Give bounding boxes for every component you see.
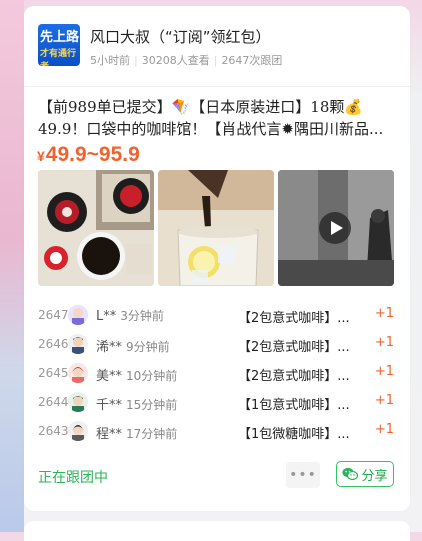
video-thumbnail[interactable] [278, 170, 394, 286]
price-value: 49.9~95.9 [45, 143, 140, 166]
wechat-icon [342, 467, 359, 481]
user-name: 程** 17分钟前 [96, 427, 178, 442]
image-gallery [38, 170, 394, 286]
order-time: 10分钟前 [126, 369, 178, 383]
order-item: 【1包微糖咖啡】... [238, 427, 350, 442]
order-quantity: +1 [374, 393, 394, 408]
divider [24, 86, 410, 87]
order-row[interactable]: 2643 程** 17分钟前 【1包微糖咖啡】... +1 [38, 418, 394, 447]
order-row[interactable]: 2645 美** 10分钟前 【2包意式咖啡】... +1 [38, 360, 394, 389]
user-name: L** 3分钟前 [96, 309, 164, 324]
more-options-button[interactable]: ••• [286, 462, 320, 488]
card-header: 先上路 才有通行者 风口大叔（“订阅”领红包） 5小时前 | 30208人查看 | 26… [38, 24, 398, 70]
order-item: 【2包意式咖啡】... [238, 340, 350, 355]
share-button[interactable]: 分享 [336, 461, 394, 487]
order-number: 2644 [38, 395, 69, 409]
follower-count: 2647次跟团 [221, 54, 283, 67]
background-strip [0, 0, 24, 532]
order-time: 17分钟前 [126, 427, 178, 441]
order-number: 2646 [38, 337, 69, 351]
user-name: 美** 10分钟前 [96, 369, 178, 384]
user-avatar [68, 421, 88, 441]
order-row[interactable]: 2644 千** 15分钟前 【1包意式咖啡】... +1 [38, 389, 394, 418]
user-name: 千** 15分钟前 [96, 398, 178, 413]
group-avatar[interactable]: 先上路 才有通行者 [38, 24, 80, 66]
group-name[interactable]: 风口大叔（“订阅”领红包） [90, 26, 271, 47]
avatar-text: 先上路 [40, 29, 80, 44]
order-quantity: +1 [374, 306, 394, 321]
post-description[interactable]: 【前989单已提交】🪁【日本原装进口】18颗💰49.9！口袋中的咖啡馆！【肖战代… [38, 96, 398, 140]
user-avatar [68, 363, 88, 383]
next-card [24, 521, 410, 541]
iced-coffee-image[interactable] [158, 170, 274, 286]
coffee-pods-image[interactable] [38, 170, 154, 286]
share-label: 分享 [361, 468, 388, 484]
order-item: 【1包意式咖啡】... [238, 398, 350, 413]
order-time: 15分钟前 [126, 398, 178, 412]
order-list: 2647 L** 3分钟前 【2包意式咖啡】... +1 2646 浠** 9分钟前… [38, 302, 394, 447]
order-number: 2643 [38, 424, 69, 438]
posted-time: 5小时前 [90, 54, 130, 67]
currency-symbol: ¥ [37, 148, 45, 164]
group-meta: 5小时前 | 30208人查看 | 2647次跟团 [90, 54, 283, 67]
order-quantity: +1 [374, 422, 394, 437]
group-buy-card[interactable]: 先上路 才有通行者 风口大叔（“订阅”领红包） 5小时前 | 30208人查看 | 26… [24, 6, 410, 511]
user-avatar [68, 305, 88, 325]
order-number: 2645 [38, 366, 69, 380]
order-time: 9分钟前 [126, 340, 170, 354]
avatar-subtext: 才有通行者 [40, 48, 77, 66]
order-number: 2647 [38, 308, 69, 322]
order-time: 3分钟前 [120, 309, 164, 323]
user-name: 浠** 9分钟前 [96, 340, 170, 355]
following-status[interactable]: 正在跟团中 [38, 467, 108, 487]
view-count: 30208人查看 [141, 54, 210, 67]
user-avatar [68, 334, 88, 354]
price-range: ¥49.9~95.9 [37, 143, 140, 167]
play-icon[interactable] [319, 212, 351, 244]
order-item: 【2包意式咖啡】... [238, 311, 350, 326]
user-avatar [68, 392, 88, 412]
order-item: 【2包意式咖啡】... [238, 369, 350, 384]
order-row[interactable]: 2647 L** 3分钟前 【2包意式咖啡】... +1 [38, 302, 394, 331]
order-row[interactable]: 2646 浠** 9分钟前 【2包意式咖啡】... +1 [38, 331, 394, 360]
order-quantity: +1 [374, 335, 394, 350]
order-quantity: +1 [374, 364, 394, 379]
